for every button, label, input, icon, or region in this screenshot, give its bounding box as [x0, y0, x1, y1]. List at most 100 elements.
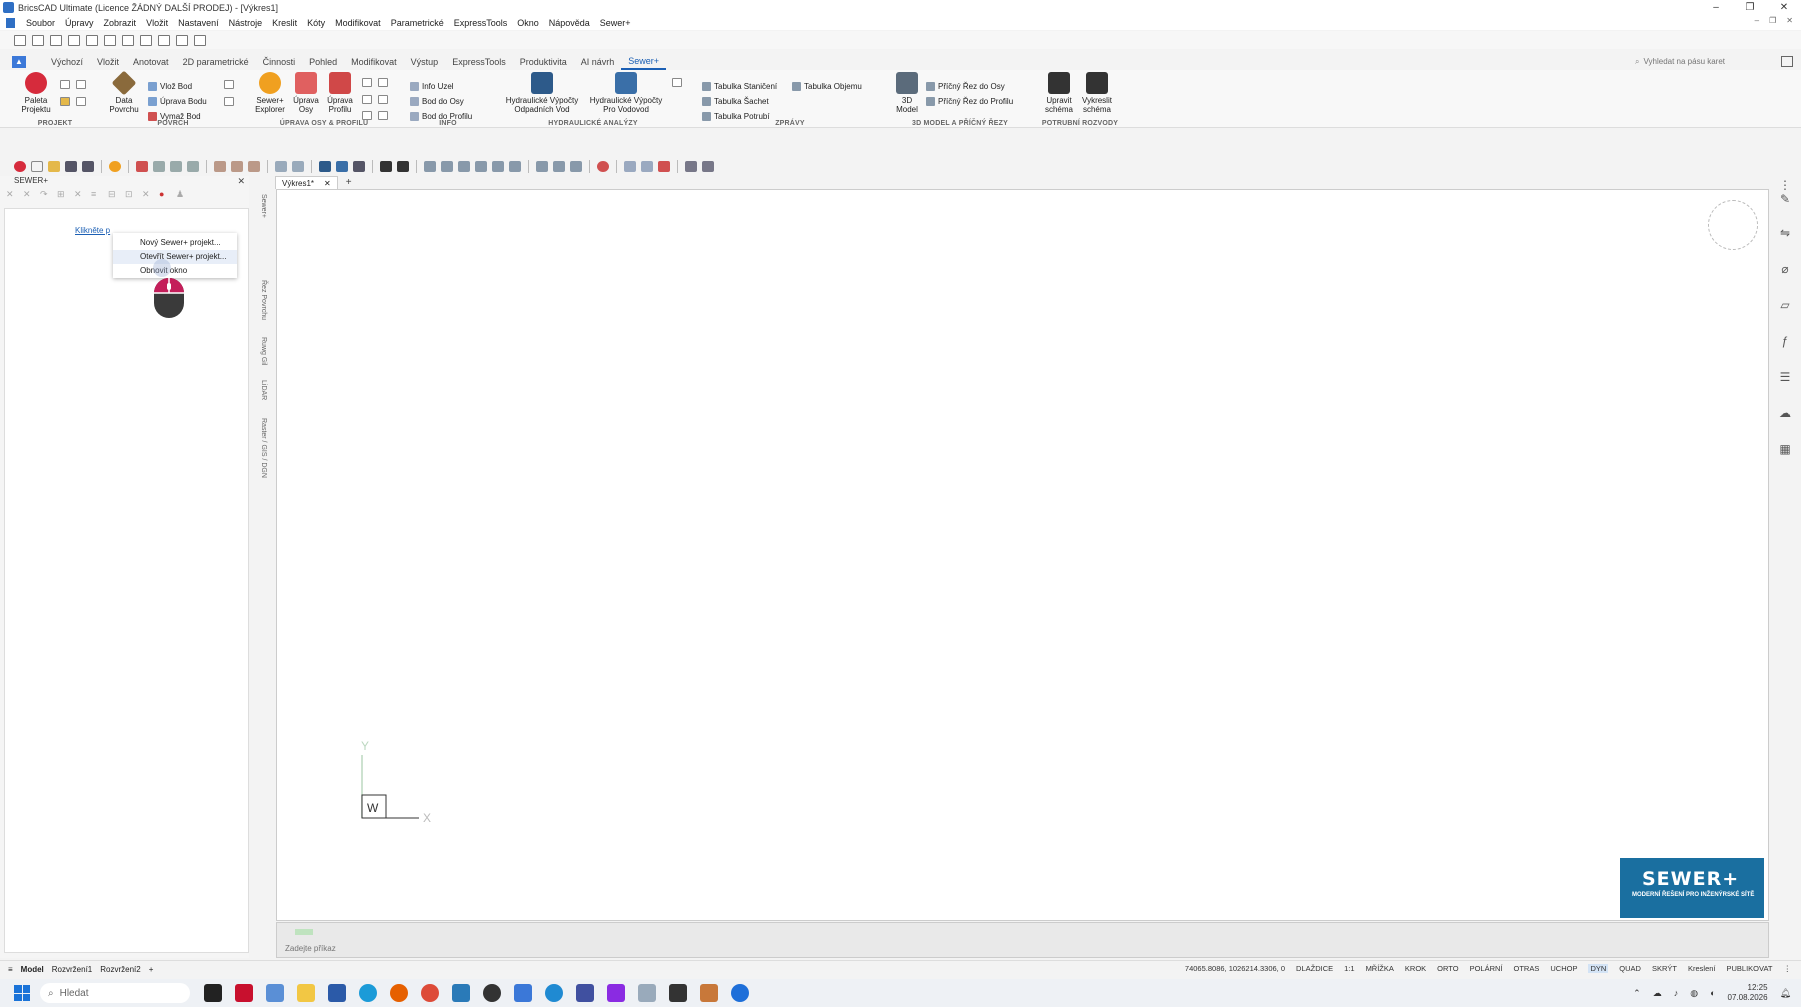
chevron-up-icon[interactable]: ⌃ [1633, 988, 1641, 999]
panel-tool-icon[interactable]: ✕ [74, 190, 83, 199]
app-photos-icon[interactable] [266, 984, 284, 1002]
save-as-icon[interactable] [68, 34, 80, 46]
toggle-orto[interactable]: ORTO [1437, 964, 1458, 973]
tabulka-objemu-button[interactable]: Tabulka Objemu [792, 80, 862, 92]
3d-model-button[interactable]: 3D Model [890, 72, 924, 114]
redo-icon[interactable] [292, 160, 304, 172]
axis-edit-icon[interactable] [136, 160, 148, 172]
save-as-icon[interactable] [82, 160, 94, 172]
doc-close-icon[interactable]: ✕ [1786, 16, 1793, 25]
menu-modifikovat[interactable]: Modifikovat [330, 18, 386, 28]
save-as-project-icon[interactable] [76, 97, 86, 106]
tool-icon[interactable] [702, 160, 714, 172]
panel-tool-icon[interactable]: ⊟ [108, 190, 117, 199]
profile-tool-icon[interactable] [248, 160, 260, 172]
menu-vlozit[interactable]: Vložit [141, 18, 173, 28]
vtab-rez-povrchu[interactable]: Řez Povrchu [255, 280, 267, 320]
toggle-skryt[interactable]: SKRÝT [1652, 964, 1677, 973]
point-delete-icon[interactable] [658, 160, 670, 172]
tab-model[interactable]: Model [21, 965, 44, 974]
app-gray-icon[interactable] [638, 984, 656, 1002]
save-icon[interactable] [50, 34, 62, 46]
cloud-icon[interactable]: ☁ [1778, 406, 1792, 420]
tab-modifikovat[interactable]: Modifikovat [344, 53, 404, 70]
panel-tool-icon[interactable]: ✕ [23, 190, 32, 199]
close-window-button[interactable]: ✕ [1767, 0, 1801, 15]
sewer-logo-icon[interactable] [14, 160, 26, 172]
vtab-raster[interactable]: Raster / GIS / DGN [255, 418, 267, 478]
axis-tool2-icon[interactable] [378, 78, 388, 87]
print-icon[interactable] [86, 34, 98, 46]
store-icon[interactable] [328, 984, 346, 1002]
toggle-polarni[interactable]: POLÁRNÍ [1470, 964, 1503, 973]
delete-icon[interactable] [597, 160, 609, 172]
axis-tool3-icon[interactable] [362, 95, 372, 104]
point-icon[interactable] [641, 160, 653, 172]
surface-tool2-icon[interactable] [224, 97, 234, 106]
tool-icon[interactable] [685, 160, 697, 172]
toggle-quad[interactable]: QUAD [1619, 964, 1641, 973]
plot-icon[interactable] [176, 34, 188, 46]
paleta-projektu-button[interactable]: Paleta Projektu [16, 72, 56, 114]
tab-vlozit[interactable]: Vložit [90, 53, 126, 70]
publikovat-button[interactable]: PUBLIKOVAT [1727, 964, 1773, 973]
publish-icon[interactable] [194, 34, 206, 46]
table-icon[interactable] [475, 160, 487, 172]
table-icon[interactable] [441, 160, 453, 172]
vloz-bod-button[interactable]: Vlož Bod [148, 80, 192, 92]
drawing-canvas[interactable]: Y X W SEWER+ MODERNÍ ŘEŠENÍ PRO INŽENÝRS… [276, 189, 1769, 921]
redo-icon[interactable] [122, 34, 134, 46]
panel-tool-icon[interactable]: ● [159, 190, 168, 199]
toggle-dyn[interactable]: DYN [1588, 964, 1609, 973]
globe-icon[interactable]: ◍ [1690, 988, 1698, 999]
data-povrchu-button[interactable]: Data Povrchu [104, 70, 144, 114]
command-input[interactable] [285, 941, 1755, 955]
app-orange-icon[interactable] [700, 984, 718, 1002]
menu-icon[interactable]: ≡ [8, 965, 13, 974]
panel-close-icon[interactable]: ✕ [237, 176, 245, 187]
open-icon[interactable] [32, 34, 44, 46]
tabulka-sachet-button[interactable]: Tabulka Šachet [702, 95, 769, 107]
menu-zobrazit[interactable]: Zobrazit [99, 18, 142, 28]
menu-kreslit[interactable]: Kreslit [267, 18, 302, 28]
water-icon[interactable] [336, 160, 348, 172]
toggle-krok[interactable]: KROK [1405, 964, 1426, 973]
notification-icon[interactable]: 🔔︎ [1780, 988, 1791, 999]
axis-tool-icon[interactable] [170, 160, 182, 172]
doc-minimize-icon[interactable]: – [1755, 16, 1759, 25]
menu-soubor[interactable]: Soubor [21, 18, 60, 28]
new-icon[interactable] [14, 34, 26, 46]
new-icon[interactable] [31, 160, 43, 172]
start-button[interactable] [14, 985, 30, 1001]
hydraulicke-vodovod-button[interactable]: Hydraulické Výpočty Pro Vodovod [586, 72, 666, 114]
ribbon-search-input[interactable] [1643, 57, 1754, 66]
panel-tool-icon[interactable]: ↷ [40, 190, 49, 199]
microphone-icon[interactable]: ♪ [1674, 988, 1679, 998]
doc-restore-icon[interactable]: ❐ [1769, 16, 1776, 25]
profile-tool-icon[interactable] [231, 160, 243, 172]
tab-expresstools[interactable]: ExpressTools [445, 53, 513, 70]
app-arrow-icon[interactable] [452, 984, 470, 1002]
menu-item-open-project[interactable]: Otevřít Sewer+ projekt... [113, 250, 237, 264]
click-here-link[interactable]: Klikněte p [75, 226, 110, 235]
more-options-icon[interactable]: ⋮ [1784, 964, 1792, 973]
app-blue-circle-icon[interactable] [731, 984, 749, 1002]
edge-icon[interactable] [359, 984, 377, 1002]
explorer-icon[interactable] [109, 160, 121, 172]
toggle-mrizka[interactable]: MŘÍŽKA [1366, 964, 1394, 973]
close-tab-icon[interactable]: ✕ [324, 179, 331, 188]
workspace-kresleni[interactable]: Kreslení [1688, 964, 1716, 973]
layers-icon[interactable]: ⇋ [1778, 226, 1792, 240]
undo-icon[interactable] [104, 34, 116, 46]
table-icon[interactable] [458, 160, 470, 172]
menu-nastroje[interactable]: Nástroje [224, 18, 268, 28]
toggle-dlazdice[interactable]: DLAŽDICE [1296, 964, 1333, 973]
function-icon[interactable]: ƒ [1778, 334, 1792, 348]
menu-item-refresh-window[interactable]: Obnovit okno [113, 264, 237, 278]
section-icon[interactable] [570, 160, 582, 172]
structure-icon[interactable]: ☰ [1778, 370, 1792, 384]
schema-draw-icon[interactable] [397, 160, 409, 172]
menu-nastaveni[interactable]: Nastavení [173, 18, 224, 28]
tab-sewer[interactable]: Sewer+ [621, 53, 667, 70]
axis-tool1-icon[interactable] [362, 78, 372, 87]
